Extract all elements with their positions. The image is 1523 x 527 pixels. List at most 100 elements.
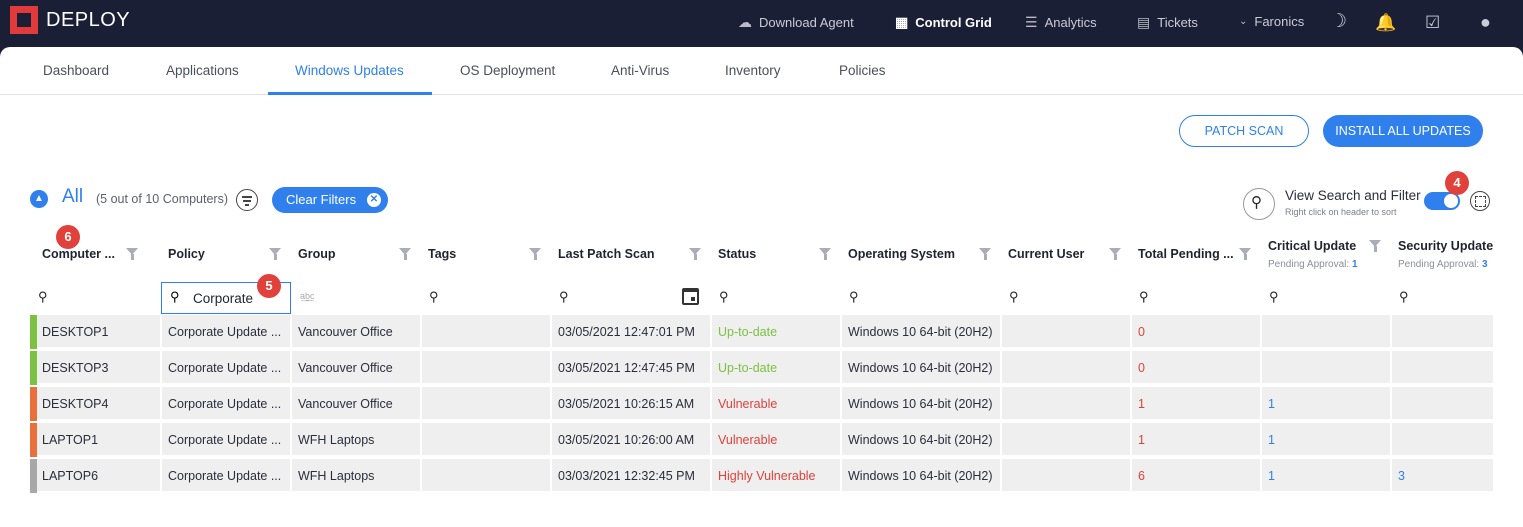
search-icon[interactable]: ⚲ (1009, 289, 1019, 305)
group-title[interactable]: All (62, 186, 83, 208)
column-header-critical-update[interactable]: Critical Update (1268, 239, 1356, 253)
clear-filters-button[interactable]: Clear Filters ✕ (272, 187, 388, 213)
table-row[interactable]: LAPTOP6 Corporate Update ... WFH Laptops 03… (30, 459, 1493, 493)
column-divider (1000, 351, 1002, 385)
search-icon[interactable]: ⚲ (38, 289, 48, 305)
filter-funnel-icon[interactable] (399, 248, 411, 260)
cell-tags (428, 423, 548, 457)
column-divider (1260, 387, 1262, 421)
cell-critical-update (1268, 351, 1388, 385)
top-navigation-bar: DEPLOY ☁ Download Agent ▦ Control Grid ☰… (0, 0, 1523, 47)
grid-icon: ▦ (895, 14, 909, 30)
text-filter-icon[interactable]: a͟b͟c (300, 291, 315, 301)
tab-anti-virus[interactable]: Anti-Virus (611, 47, 669, 95)
notifications-bell-icon[interactable]: 🔔 (1375, 13, 1396, 33)
filter-funnel-icon[interactable] (689, 248, 701, 260)
analytics-link[interactable]: ☰ Analytics (1025, 14, 1097, 31)
patch-scan-button[interactable]: PATCH SCAN (1179, 115, 1309, 147)
cell-policy: Corporate Update ... (168, 325, 282, 339)
collapse-chevron-up-icon[interactable]: ▲ (30, 190, 48, 208)
column-header-operating-system[interactable]: Operating System (848, 247, 955, 261)
column-divider (550, 387, 552, 421)
tab-inventory[interactable]: Inventory (725, 47, 781, 95)
app-logo[interactable]: DEPLOY (10, 6, 130, 34)
column-header-status[interactable]: Status (718, 247, 756, 261)
filter-funnel-icon[interactable] (269, 248, 281, 260)
filter-funnel-icon[interactable] (819, 248, 831, 260)
column-divider (290, 459, 292, 493)
search-icon[interactable]: ⚲ (1399, 289, 1409, 305)
search-icon[interactable]: ⚲ (429, 289, 439, 305)
column-divider (710, 315, 712, 349)
callout-badge-6: 6 (56, 225, 80, 249)
column-header-security-update[interactable]: Security Update (1398, 239, 1493, 253)
search-icon[interactable]: ⚲ (559, 289, 569, 305)
cell-current-user (1008, 387, 1128, 421)
column-divider (290, 423, 292, 457)
table-row[interactable]: DESKTOP1 Corporate Update ... Vancouver Of… (30, 315, 1493, 349)
search-icon-button[interactable]: ⚲ (1243, 188, 1275, 220)
user-account-icon[interactable]: ● (1480, 12, 1491, 33)
cell-current-user (1008, 459, 1128, 493)
tab-policies[interactable]: Policies (839, 47, 886, 95)
column-divider (290, 315, 292, 349)
clear-filters-label: Clear Filters (286, 192, 357, 207)
table-row[interactable]: DESKTOP3 Corporate Update ... Vancouver Of… (30, 351, 1493, 385)
filter-funnel-icon[interactable] (126, 248, 138, 260)
tab-applications[interactable]: Applications (166, 47, 239, 95)
search-icon[interactable]: ⚲ (1269, 289, 1279, 305)
dark-mode-icon[interactable]: ☽ (1330, 10, 1347, 33)
search-icon[interactable]: ⚲ (719, 289, 729, 305)
install-all-updates-button[interactable]: INSTALL ALL UPDATES (1323, 115, 1483, 147)
analytics-label: Analytics (1044, 15, 1097, 30)
filter-funnel-icon[interactable] (979, 248, 991, 260)
column-divider (550, 423, 552, 457)
cell-critical-update: 1 (1268, 397, 1275, 411)
policy-search-value: Corporate (193, 291, 254, 306)
row-status-indicator (30, 351, 37, 385)
column-divider (420, 423, 422, 457)
tickets-link[interactable]: ▤ Tickets (1137, 14, 1198, 31)
filter-funnel-icon[interactable] (1239, 248, 1251, 260)
column-divider (1130, 351, 1132, 385)
filter-funnel-icon[interactable] (1369, 240, 1381, 252)
fullscreen-icon[interactable] (1470, 191, 1490, 211)
calendar-icon[interactable] (682, 288, 699, 305)
control-grid-link[interactable]: ▦ Control Grid (895, 14, 992, 31)
tab-os-deployment[interactable]: OS Deployment (460, 47, 555, 95)
column-header-current-user[interactable]: Current User (1008, 247, 1084, 261)
cell-last-patch-scan: 03/05/2021 12:47:45 PM (558, 361, 695, 375)
cell-status: Vulnerable (718, 433, 778, 447)
column-header-group[interactable]: Group (298, 247, 336, 261)
critical-pending-approval: Pending Approval: 1 (1268, 259, 1358, 270)
security-pending-approval: Pending Approval: 3 (1398, 259, 1488, 270)
filter-funnel-icon[interactable] (1109, 248, 1121, 260)
row-status-indicator (30, 387, 37, 421)
search-icon: ⚲ (170, 289, 180, 304)
download-agent-link[interactable]: ☁ Download Agent (738, 14, 854, 31)
org-selector[interactable]: ⌄ Faronics (1239, 14, 1304, 29)
search-icon[interactable]: ⚲ (1139, 289, 1149, 305)
cell-status: Up-to-date (718, 325, 778, 339)
filter-list-icon[interactable] (236, 189, 258, 211)
tasks-checklist-icon[interactable]: ☑ (1425, 13, 1440, 33)
column-divider (840, 387, 842, 421)
filter-funnel-icon[interactable] (529, 248, 541, 260)
column-divider (840, 351, 842, 385)
chevron-down-icon: ⌄ (1239, 16, 1248, 27)
tab-windows-updates[interactable]: Windows Updates (268, 47, 432, 95)
column-header-policy[interactable]: Policy (168, 247, 205, 261)
search-icon[interactable]: ⚲ (849, 289, 859, 305)
column-header-computer[interactable]: Computer ... (42, 247, 115, 261)
column-divider (1130, 423, 1132, 457)
cell-computer: DESKTOP4 (42, 397, 109, 411)
cell-security-update (1398, 315, 1488, 349)
cell-tags (428, 351, 548, 385)
tab-dashboard[interactable]: Dashboard (43, 47, 109, 95)
table-row[interactable]: LAPTOP1 Corporate Update ... WFH Laptops 03… (30, 423, 1493, 457)
column-header-total-pending[interactable]: Total Pending ... (1138, 247, 1234, 261)
column-divider (550, 351, 552, 385)
column-header-tags[interactable]: Tags (428, 247, 456, 261)
column-header-last-patch-scan[interactable]: Last Patch Scan (558, 247, 655, 261)
table-row[interactable]: DESKTOP4 Corporate Update ... Vancouver Of… (30, 387, 1493, 421)
